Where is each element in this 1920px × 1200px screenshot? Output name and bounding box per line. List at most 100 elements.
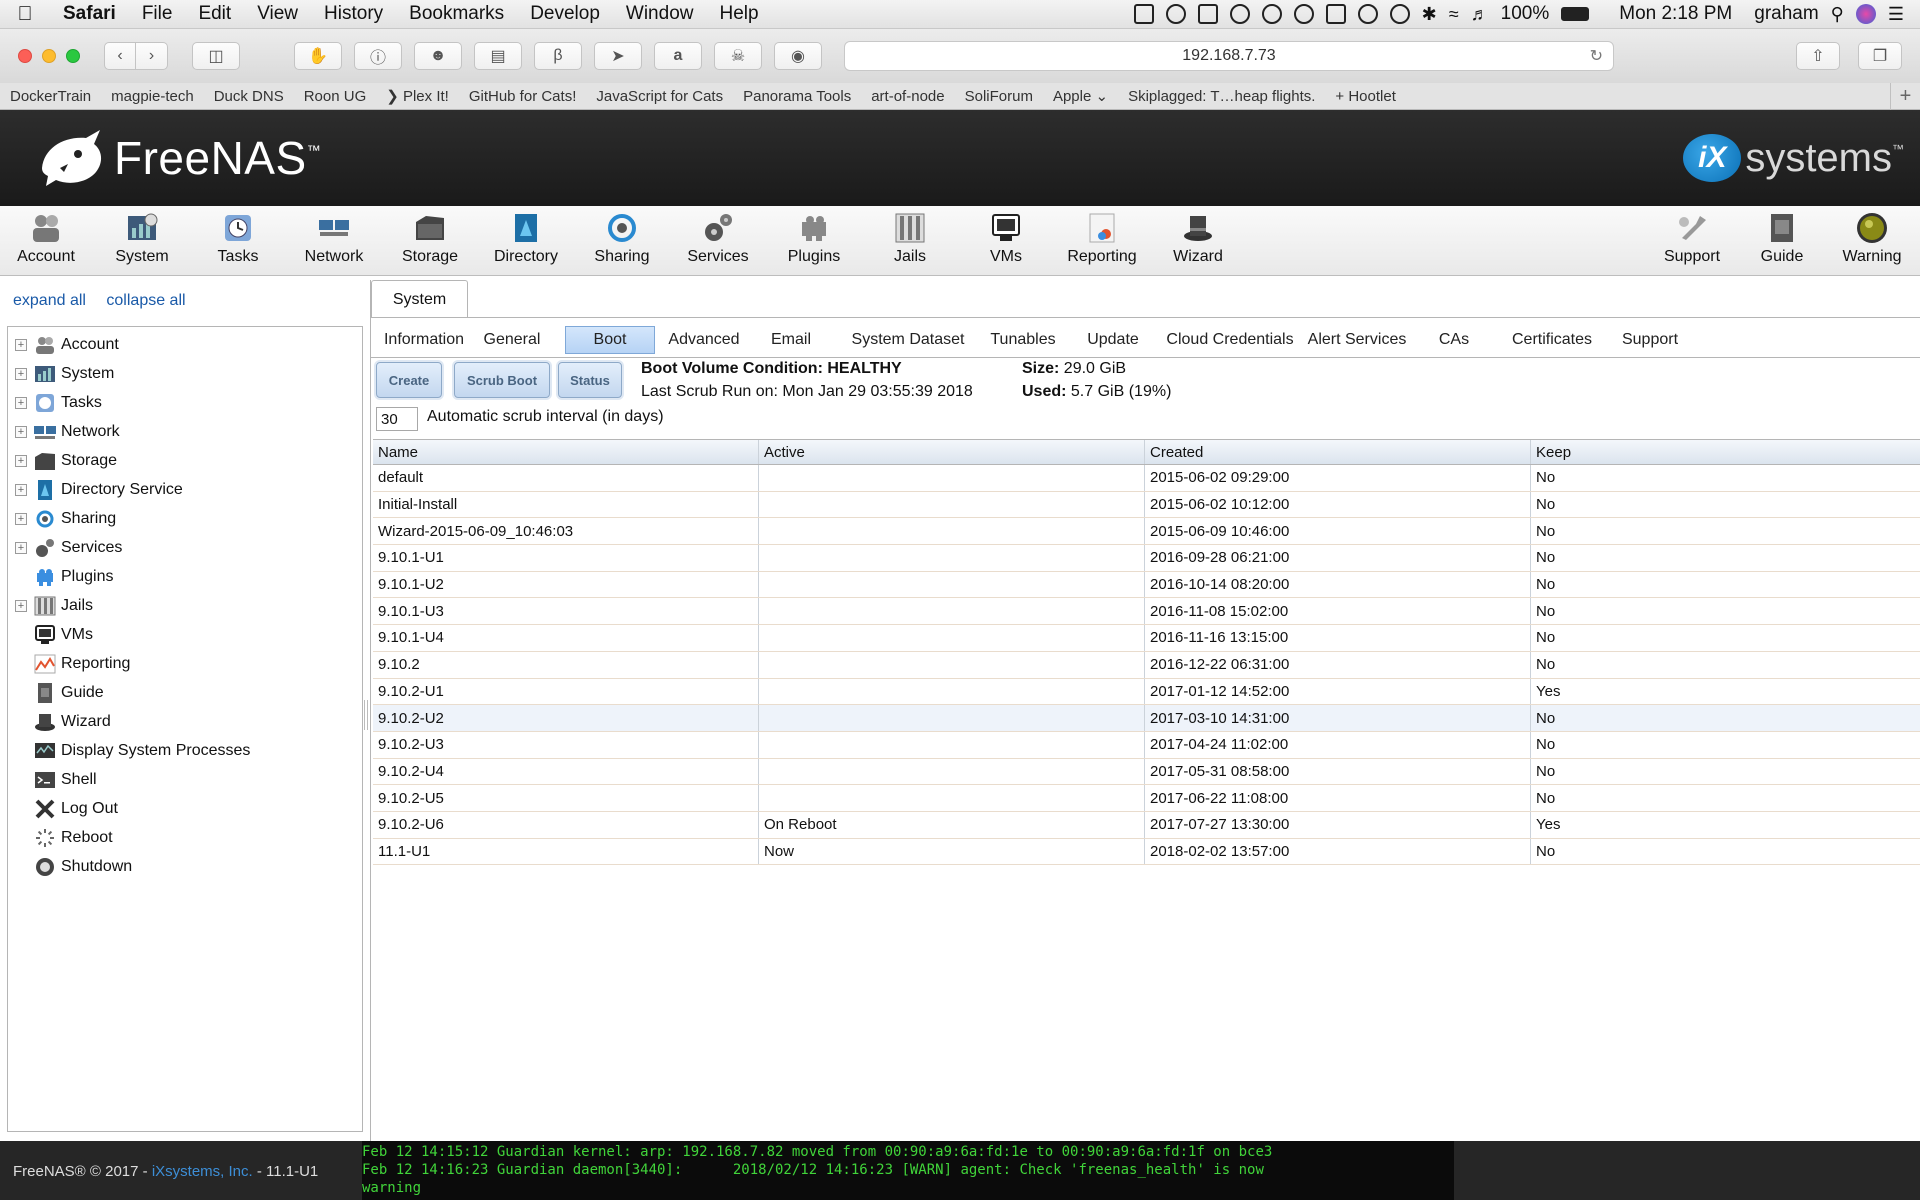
subtab-certificates[interactable]: Certificates <box>1501 326 1603 354</box>
table-row[interactable]: default 2015-06-02 09:29:00 No <box>373 465 1920 492</box>
subtab-system-dataset[interactable]: System Dataset <box>843 326 973 354</box>
amazon-extension-icon[interactable]: a <box>654 42 702 70</box>
expand-toggle-icon[interactable]: + <box>15 542 27 554</box>
subtab-boot[interactable]: Boot <box>565 326 655 354</box>
new-tab-plus-icon[interactable]: + <box>1890 83 1920 110</box>
nav-vms[interactable]: VMs <box>958 212 1054 266</box>
battery-icon[interactable] <box>1561 7 1590 21</box>
hand-extension-icon[interactable]: ✋ <box>294 42 342 70</box>
expand-toggle-icon[interactable]: + <box>15 600 27 612</box>
subtab-cloud-credentials[interactable]: Cloud Credentials <box>1157 326 1303 354</box>
volume-icon[interactable]: ♬ <box>1471 4 1489 25</box>
table-row[interactable]: 9.10.1-U2 2016-10-14 08:20:00 No <box>373 571 1920 599</box>
subtab-general[interactable]: General <box>474 326 550 354</box>
subtab-update[interactable]: Update <box>1076 326 1150 354</box>
show-tabs-button[interactable]: ❐ <box>1858 42 1902 70</box>
siri-icon[interactable] <box>1855 4 1876 24</box>
nav-account[interactable]: Account <box>0 212 94 266</box>
menubar-clock[interactable]: Mon 2:18 PM <box>1619 3 1732 25</box>
nav-warning[interactable]: Warning <box>1824 212 1920 266</box>
menu-develop[interactable]: Develop <box>517 3 613 25</box>
menu-app[interactable]: Safari <box>50 3 129 25</box>
sidebar-toggle-button[interactable]: ◫ <box>192 42 240 70</box>
scrub-interval-input[interactable]: 30 <box>376 407 418 431</box>
forward-button[interactable]: › <box>136 42 168 70</box>
nav-tasks[interactable]: Tasks <box>190 212 286 266</box>
time-machine-icon[interactable] <box>1389 4 1410 24</box>
rocket-extension-icon[interactable]: ➤ <box>594 42 642 70</box>
nav-plugins[interactable]: Plugins <box>766 212 862 266</box>
subtab-email[interactable]: Email <box>758 326 824 354</box>
bookmark-item[interactable]: Duck DNS <box>204 88 294 105</box>
table-row[interactable]: 11.1-U1 Now 2018-02-02 13:57:00 No <box>373 838 1920 866</box>
expand-toggle-icon[interactable]: + <box>15 455 27 467</box>
panel-splitter-handle[interactable] <box>364 700 368 730</box>
share-button[interactable]: ⇧ <box>1796 42 1840 70</box>
table-row[interactable]: 9.10.2-U1 2017-01-12 14:52:00 Yes <box>373 678 1920 706</box>
apple-menu-icon[interactable]:  <box>0 3 50 26</box>
status-button[interactable]: Status <box>558 362 622 398</box>
tab-system[interactable]: System <box>371 280 468 318</box>
subtab-alert-services[interactable]: Alert Services <box>1297 326 1417 354</box>
nav-system[interactable]: System <box>94 212 190 266</box>
address-bar[interactable]: 192.168.7.73 ↻ <box>844 41 1614 71</box>
menu-window[interactable]: Window <box>613 3 707 25</box>
subtab-information[interactable]: Information <box>379 326 469 354</box>
table-row[interactable]: 9.10.2-U2 2017-03-10 14:31:00 No <box>373 705 1920 732</box>
nav-storage[interactable]: Storage <box>382 212 478 266</box>
menu-view[interactable]: View <box>244 3 311 25</box>
table-row[interactable]: 9.10.2-U6 On Reboot 2017-07-27 13:30:00 Yes <box>373 811 1920 839</box>
bookmark-item[interactable]: Panorama Tools <box>733 88 861 105</box>
create-button[interactable]: Create <box>376 362 442 398</box>
table-row[interactable]: Wizard-2015-06-09_10:46:03 2015-06-09 10:… <box>373 518 1920 546</box>
menu-history[interactable]: History <box>311 3 396 25</box>
table-row[interactable]: 9.10.1-U4 2016-11-16 13:15:00 No <box>373 625 1920 652</box>
bookmark-item[interactable]: art-of-node <box>861 88 954 105</box>
close-window-button[interactable] <box>18 49 32 63</box>
bookmark-item[interactable]: JavaScript for Cats <box>586 88 733 105</box>
nav-guide[interactable]: Guide <box>1734 212 1830 266</box>
subtab-cas[interactable]: CAs <box>1427 326 1481 354</box>
nav-services[interactable]: Services <box>670 212 766 266</box>
reader-extension-icon[interactable]: ▤ <box>474 42 522 70</box>
minimize-window-button[interactable] <box>42 49 56 63</box>
back-button[interactable]: ‹ <box>104 42 136 70</box>
nav-reporting[interactable]: Reporting <box>1054 212 1150 266</box>
menu-edit[interactable]: Edit <box>185 3 244 25</box>
bluetooth-icon[interactable]: ✱ <box>1422 4 1437 25</box>
nav-wizard[interactable]: Wizard <box>1150 212 1246 266</box>
broom-icon[interactable] <box>1261 4 1282 24</box>
bookmark-item[interactable]: SoliForum <box>955 88 1043 105</box>
subtab-tunables[interactable]: Tunables <box>981 326 1065 354</box>
bookmark-item[interactable]: GitHub for Cats! <box>459 88 587 105</box>
bookmark-item[interactable]: ❯ Plex It! <box>376 87 459 105</box>
bookmark-item[interactable]: magpie-tech <box>101 88 204 105</box>
expand-toggle-icon[interactable]: + <box>15 397 27 409</box>
creative-cloud-icon[interactable] <box>1165 4 1186 24</box>
menu-bookmarks[interactable]: Bookmarks <box>396 3 517 25</box>
table-row[interactable]: 9.10.2 2016-12-22 06:31:00 No <box>373 651 1920 679</box>
grammarly-extension-icon[interactable]: ◉ <box>774 42 822 70</box>
subtab-advanced[interactable]: Advanced <box>662 326 746 354</box>
e-tray-icon[interactable] <box>1357 4 1378 24</box>
expand-all-link[interactable]: expand all <box>13 292 86 309</box>
expand-toggle-icon[interactable]: + <box>15 368 27 380</box>
table-row[interactable]: 9.10.1-U1 2016-09-28 06:21:00 No <box>373 545 1920 572</box>
expand-toggle-icon[interactable]: + <box>15 426 27 438</box>
column-header-created[interactable]: Created <box>1145 440 1531 464</box>
bookmark-item[interactable]: Skiplagged: T…heap flights. <box>1118 88 1325 105</box>
bookmark-item[interactable]: DockerTrain <box>0 88 101 105</box>
script-icon[interactable] <box>1325 4 1346 24</box>
nav-sharing[interactable]: Sharing <box>574 212 670 266</box>
table-row[interactable]: 9.10.2-U4 2017-05-31 08:58:00 No <box>373 758 1920 786</box>
ghost-extension-icon[interactable]: ☠ <box>714 42 762 70</box>
table-row[interactable]: Initial-Install 2015-06-02 10:12:00 No <box>373 491 1920 519</box>
column-header-keep[interactable]: Keep <box>1531 440 1920 464</box>
table-row[interactable]: 9.10.1-U3 2016-11-08 15:02:00 No <box>373 598 1920 626</box>
menu-help[interactable]: Help <box>706 3 771 25</box>
column-header-name[interactable]: Name <box>373 440 759 464</box>
hat-icon[interactable] <box>1293 4 1314 24</box>
expand-toggle-icon[interactable]: + <box>15 513 27 525</box>
company-link[interactable]: iXsystems, Inc. <box>152 1163 253 1180</box>
ghostery-extension-icon[interactable]: ☻ <box>414 42 462 70</box>
